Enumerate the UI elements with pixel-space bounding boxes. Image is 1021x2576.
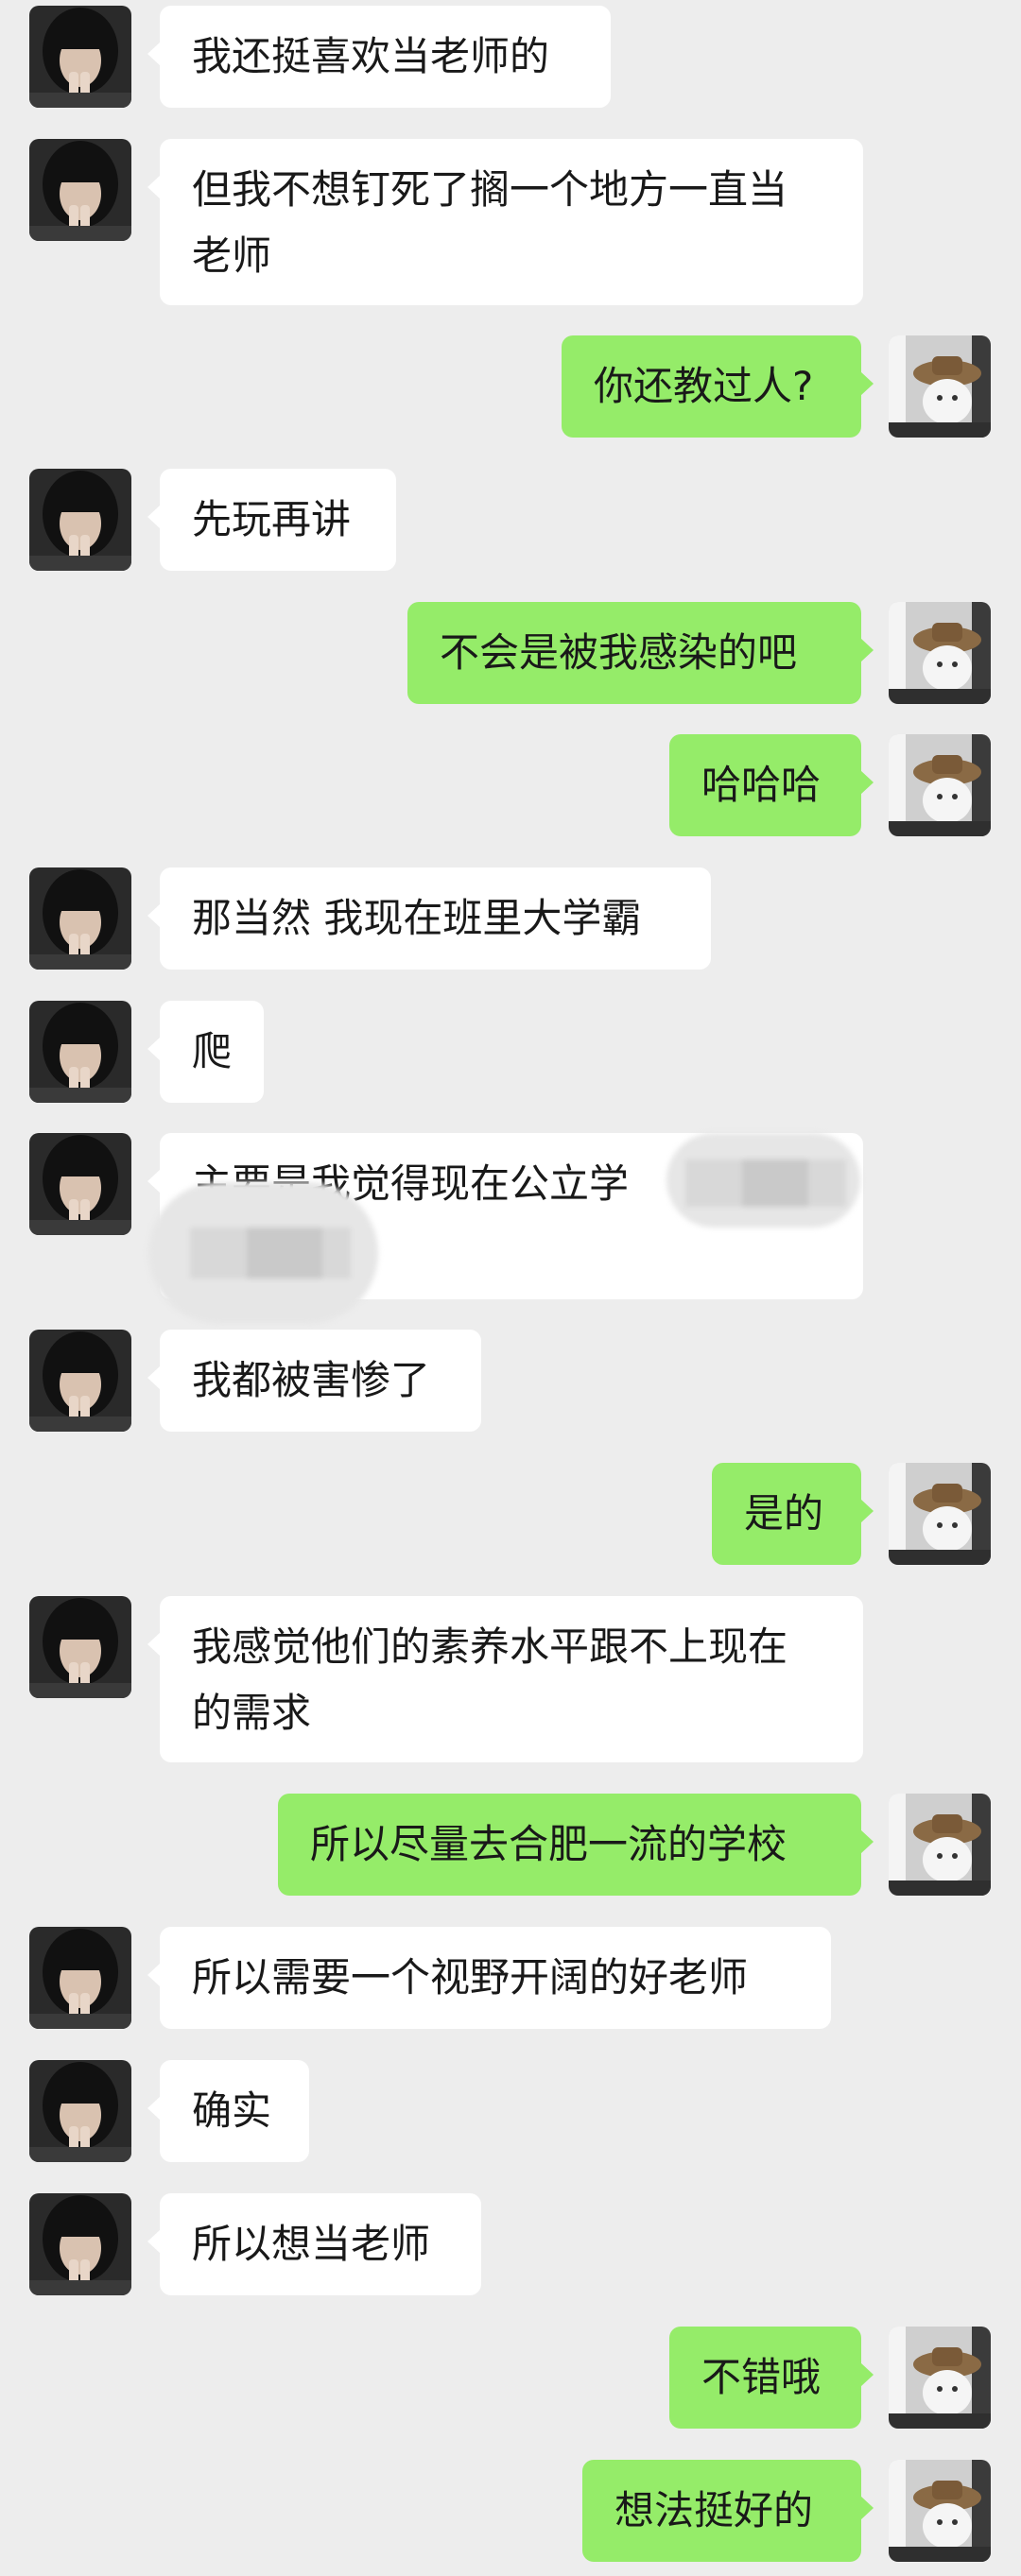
contact-avatar-icon[interactable] [29,1330,131,1432]
user-avatar-icon[interactable] [889,1463,991,1565]
message-bubble[interactable]: 我还挺喜欢当老师的 [147,6,611,108]
message-bubble[interactable]: 我都被害惨了 [147,1330,481,1432]
message-bubble[interactable]: 所以想当老师 [147,2193,481,2295]
contact-avatar-icon[interactable] [29,6,131,108]
message-bubble[interactable]: 不会是被我感染的吧 [407,602,874,704]
user-avatar-icon[interactable] [889,2460,991,2562]
contact-avatar-icon[interactable] [29,2193,131,2295]
message-bubble[interactable]: 想法挺好的 [582,2460,874,2562]
message-bubble[interactable]: 你还教过人? [562,335,874,438]
contact-avatar-icon[interactable] [29,1927,131,2029]
user-avatar-icon[interactable] [889,335,991,438]
chat-view: 我还挺喜欢当老师的 但我不想钉死了搁一个地方一直当 老师 你还教过人? 先玩再讲… [0,0,1021,2576]
message-bubble[interactable]: 所以尽量去合肥一流的学校 [278,1794,874,1896]
message-bubble[interactable]: 确实 [147,2060,309,2162]
message-bubble[interactable]: 爬 [147,1001,264,1103]
redaction-blur [148,1182,378,1324]
message-bubble[interactable]: 但我不想钉死了搁一个地方一直当 老师 [147,139,863,305]
message-bubble[interactable]: 所以需要一个视野开阔的好老师 [147,1927,831,2029]
contact-avatar-icon[interactable] [29,1133,131,1235]
contact-avatar-icon[interactable] [29,1596,131,1698]
contact-avatar-icon[interactable] [29,469,131,571]
contact-avatar-icon[interactable] [29,867,131,970]
user-avatar-icon[interactable] [889,2327,991,2429]
contact-avatar-icon[interactable] [29,139,131,241]
redaction-blur [666,1133,860,1228]
contact-avatar-icon[interactable] [29,2060,131,2162]
message-bubble[interactable]: 哈哈哈 [669,734,874,836]
message-bubble[interactable]: 不错哦 [669,2327,874,2429]
user-avatar-icon[interactable] [889,734,991,836]
contact-avatar-icon[interactable] [29,1001,131,1103]
message-bubble[interactable]: 是的 [712,1463,874,1565]
message-bubble[interactable]: 我感觉他们的素养水平跟不上现在 的需求 [147,1596,863,1762]
user-avatar-icon[interactable] [889,1794,991,1896]
message-bubble[interactable]: 那当然 我现在班里大学霸 [147,867,711,970]
user-avatar-icon[interactable] [889,602,991,704]
message-bubble[interactable]: 先玩再讲 [147,469,396,571]
